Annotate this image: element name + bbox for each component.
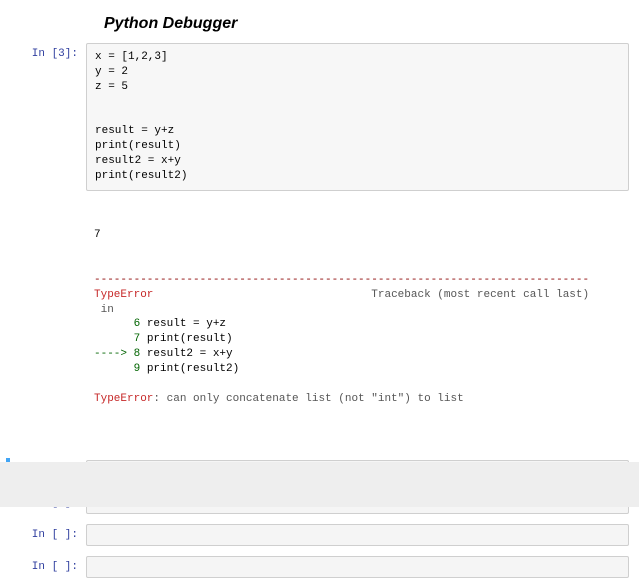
cell-output: 7 --------------------------------------… <box>86 195 629 441</box>
code-cell-executed: In [3]: x = [1,2,3] y = 2 z = 5 result =… <box>10 41 629 193</box>
code-input[interactable] <box>86 524 629 546</box>
stdout-line: 7 <box>94 228 621 243</box>
input-prompt: In [ ]: <box>10 556 86 578</box>
page-title: Python Debugger <box>104 15 629 33</box>
markdown-cell: Python Debugger <box>104 15 629 33</box>
input-prompt: In [3]: <box>10 43 86 191</box>
footer-area <box>0 462 639 507</box>
code-input[interactable] <box>86 556 629 578</box>
code-cell-empty: In [ ]: <box>10 554 629 580</box>
error-traceback: ----------------------------------------… <box>94 273 621 407</box>
code-input[interactable]: x = [1,2,3] y = 2 z = 5 result = y+z pri… <box>86 43 629 191</box>
code-cell-empty: In [ ]: <box>10 522 629 548</box>
input-prompt: In [ ]: <box>10 524 86 546</box>
